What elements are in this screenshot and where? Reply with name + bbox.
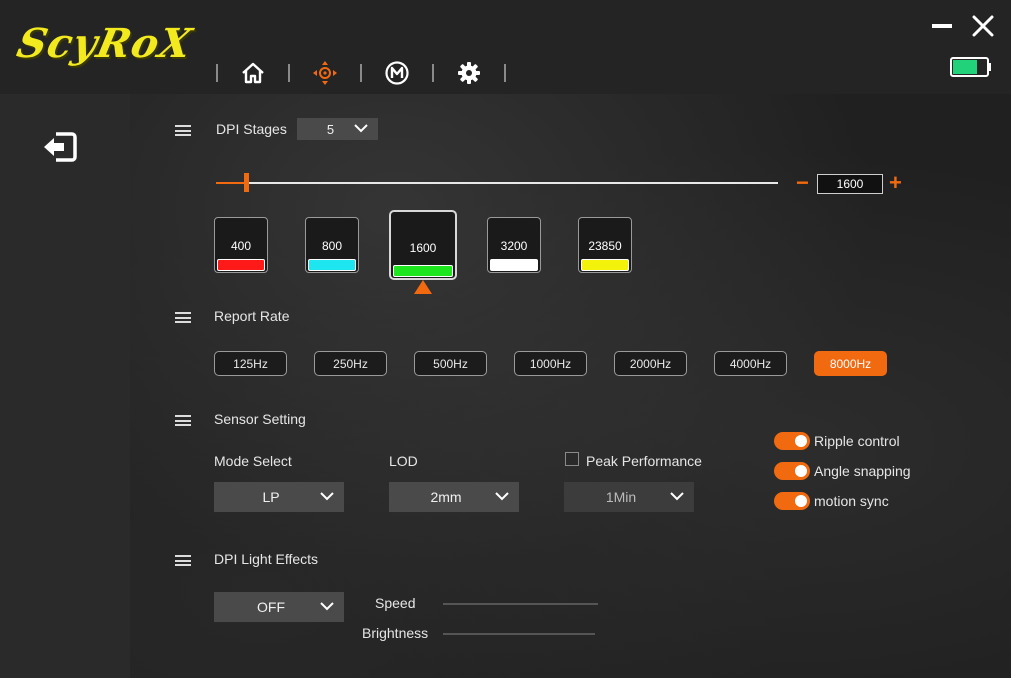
rate-option-button[interactable]: 250Hz [314, 351, 387, 376]
nav-macro-button[interactable] [362, 58, 432, 88]
dpi-decrease-button[interactable]: − [796, 172, 809, 194]
dpi-light-effects-label: DPI Light Effects [214, 551, 319, 567]
chevron-down-icon [320, 492, 334, 501]
rate-option-button[interactable]: 125Hz [214, 351, 287, 376]
toggle-knob [795, 465, 807, 477]
toggle-knob [795, 435, 807, 447]
dpi-stage-color-bar [581, 259, 629, 271]
nav-settings-button[interactable] [434, 58, 504, 88]
dpi-stage-value: 800 [321, 239, 343, 253]
chevron-down-icon [495, 492, 509, 501]
chevron-down-icon [320, 602, 334, 611]
dpi-slider-fill [216, 182, 246, 184]
report-rate-label: Report Rate [214, 308, 290, 324]
lod-label: LOD [389, 453, 418, 469]
mode-select-dropdown[interactable]: LP [214, 482, 344, 512]
dpi-slider-track[interactable] [216, 182, 778, 184]
menu-list-icon [175, 555, 191, 566]
dpi-stage-button-active[interactable]: 1600 [389, 210, 457, 280]
dpi-stage-button[interactable]: 400 [214, 217, 268, 273]
motion-sync-label: motion sync [814, 493, 889, 509]
dpi-increase-button[interactable]: + [889, 172, 902, 194]
nav-home-button[interactable] [218, 58, 288, 88]
brightness-label: Brightness [362, 625, 429, 641]
dpi-stage-count-select[interactable]: 5 [297, 118, 378, 140]
dpi-stage-value: 23850 [588, 239, 622, 253]
nav-dpi-button[interactable] [290, 58, 360, 88]
dpi-stage-color-bar [217, 259, 265, 271]
exit-icon[interactable] [42, 131, 78, 163]
macro-m-icon [385, 61, 409, 85]
brightness-slider[interactable] [443, 633, 595, 635]
rate-option-button[interactable]: 8000Hz [814, 351, 887, 376]
mode-select-label: Mode Select [214, 453, 292, 469]
peak-performance-dropdown[interactable]: 1Min [564, 482, 694, 512]
dpi-stage-color-bar [308, 259, 356, 271]
dpi-stage-value: 400 [230, 239, 252, 253]
motion-sync-toggle[interactable] [774, 492, 810, 510]
dpi-stage-button[interactable]: 3200 [487, 217, 541, 273]
crosshair-move-icon [313, 61, 337, 85]
peak-performance-checkbox[interactable] [565, 452, 579, 466]
sidebar [0, 94, 130, 678]
lod-dropdown[interactable]: 2mm [389, 482, 519, 512]
app-logo: ScyRoX [13, 20, 197, 67]
speed-slider[interactable] [443, 603, 598, 605]
menu-list-icon [175, 415, 191, 426]
dpi-stage-button[interactable]: 23850 [578, 217, 632, 273]
ripple-control-toggle[interactable] [774, 432, 810, 450]
close-icon[interactable] [972, 15, 994, 37]
dpi-stage-value: 1600 [409, 241, 437, 255]
battery-icon [950, 57, 991, 77]
dpi-stages-label: DPI Stages [216, 121, 287, 137]
chevron-down-icon [670, 492, 684, 501]
ripple-control-label: Ripple control [814, 433, 900, 449]
menu-list-icon [175, 312, 191, 323]
home-icon [242, 62, 264, 84]
menu-list-icon [175, 125, 191, 136]
dpi-stage-value: 3200 [500, 239, 528, 253]
dpi-slider-thumb[interactable] [244, 173, 249, 192]
title-bar: ScyRoX [0, 0, 1011, 94]
dpi-stage-button[interactable]: 800 [305, 217, 359, 273]
rate-option-button[interactable]: 1000Hz [514, 351, 587, 376]
toggle-knob [795, 495, 807, 507]
chevron-down-icon [354, 124, 368, 133]
sensor-setting-label: Sensor Setting [214, 411, 306, 427]
peak-performance-label: Peak Performance [586, 453, 702, 469]
dpi-stage-color-bar [490, 259, 538, 271]
dpi-value-input[interactable]: 1600 [817, 174, 883, 194]
angle-snapping-toggle[interactable] [774, 462, 810, 480]
light-effect-dropdown[interactable]: OFF [214, 592, 344, 622]
top-nav [216, 58, 506, 88]
rate-option-button[interactable]: 500Hz [414, 351, 487, 376]
rate-option-button[interactable]: 4000Hz [714, 351, 787, 376]
dpi-stage-color-bar [393, 265, 453, 277]
active-stage-pointer-icon [414, 280, 432, 294]
angle-snapping-label: Angle snapping [814, 463, 911, 479]
nav-divider [504, 64, 506, 82]
speed-label: Speed [375, 595, 416, 611]
rate-option-button[interactable]: 2000Hz [614, 351, 687, 376]
gear-icon [458, 62, 480, 84]
minimize-button[interactable] [932, 24, 952, 28]
